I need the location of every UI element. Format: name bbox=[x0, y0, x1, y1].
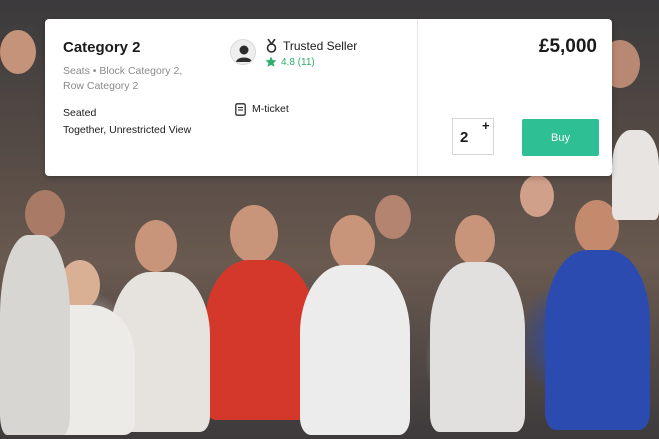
quantity-stepper[interactable]: 2 + bbox=[452, 118, 494, 155]
person-avatar-icon bbox=[230, 39, 256, 65]
ticket-listing-card: Category 2 Seats • Block Category 2, Row… bbox=[45, 19, 612, 176]
quantity-value: 2 bbox=[460, 129, 469, 146]
purchase-panel: £5,000 2 + Buy bbox=[417, 19, 612, 176]
quantity-increment-button[interactable]: + bbox=[482, 118, 490, 133]
listing-details: Category 2 Seats • Block Category 2, Row… bbox=[45, 19, 417, 176]
mobile-ticket-icon bbox=[235, 103, 246, 116]
listing-price: £5,000 bbox=[538, 36, 597, 57]
seating-note: Seated bbox=[63, 107, 97, 119]
star-icon bbox=[265, 56, 277, 67]
buy-button[interactable]: Buy bbox=[522, 119, 599, 156]
seller-badge: Trusted Seller bbox=[283, 39, 358, 53]
view-note: Together, Unrestricted View bbox=[63, 124, 192, 136]
category-title: Category 2 bbox=[63, 39, 141, 56]
seller-rating: 4.8 (11) bbox=[281, 57, 315, 68]
seats-description: Seats • Block Category 2, Row Category 2 bbox=[63, 65, 183, 92]
ticket-type: M-ticket bbox=[252, 103, 289, 115]
medal-icon bbox=[266, 39, 277, 53]
